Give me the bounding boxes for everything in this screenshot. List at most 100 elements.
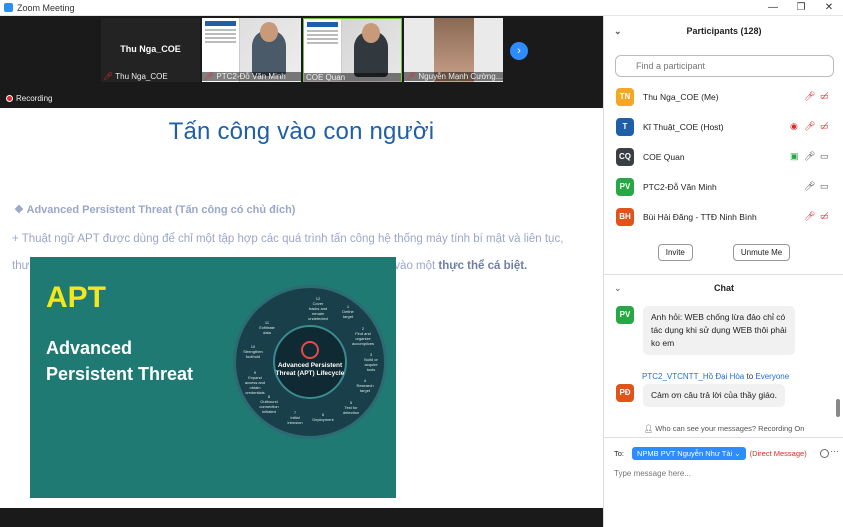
emoji-icon[interactable]	[820, 449, 829, 458]
recording-indicator: Recording	[6, 94, 52, 103]
avatar: PV	[616, 178, 634, 196]
mic-muted-icon: 🎤︎	[103, 72, 114, 81]
para2-bold: thực thể cá biệt.	[438, 260, 528, 272]
screen-share-icon: ▣	[790, 151, 799, 161]
tile-display-name: Thu Nga_COE	[120, 44, 181, 54]
chat-line: Cảm ơn câu trả lời của thầy giáo.	[651, 390, 777, 400]
chat-message-input[interactable]	[614, 469, 834, 478]
video-off-icon[interactable]: ▭̸	[820, 91, 829, 101]
shared-screen-slide: Tấn công vào con người ❖ Advanced Persis…	[0, 108, 603, 508]
tile-name-bar: 🎤︎ Nguyễn Mạnh Cường...	[404, 72, 503, 81]
video-tile-2[interactable]: 🎤︎ PTC2-Đỗ Văn Minh	[202, 18, 301, 82]
participant-actions: Invite Unmute Me	[604, 244, 843, 261]
tile-name: Thu Nga_COE	[115, 72, 168, 81]
chat-message: PĐ Cảm ơn câu trả lời của thầy giáo.	[616, 384, 785, 407]
apt-line-2: Persistent Threat	[46, 364, 194, 384]
participant-row[interactable]: PV PTC2-Đỗ Văn Minh 🎤︎ ▭	[604, 172, 843, 202]
tile-name: Nguyễn Mạnh Cường...	[418, 72, 503, 81]
video-icon[interactable]: ▭	[820, 181, 829, 191]
collapse-chevron-icon[interactable]: ⌄	[614, 278, 622, 298]
unmute-me-button[interactable]: Unmute Me	[732, 244, 791, 261]
tile-name: COE Quan	[306, 73, 346, 82]
wheel-center-label: Advanced Persistent Threat (APT) Lifecyc…	[275, 362, 345, 377]
recording-label: Recording	[16, 94, 53, 103]
participant-list: TN Thu Nga_COE (Me) 🎤︎ ▭̸ T Kĩ Thuật_COE…	[604, 82, 843, 232]
to-label: To:	[614, 449, 625, 458]
window-controls: — ❐ ✕	[759, 0, 843, 16]
divider	[604, 437, 843, 438]
slide-paragraph-1: + Thuật ngữ APT được dùng để chỉ một tập…	[12, 233, 564, 245]
apt-line-1: Advanced	[46, 338, 133, 358]
zoom-logo-icon	[4, 3, 13, 12]
avatar: BH	[616, 208, 634, 226]
tile-name: PTC2-Đỗ Văn Minh	[216, 72, 286, 81]
more-options-icon[interactable]: …	[830, 444, 839, 454]
avatar: CQ	[616, 148, 634, 166]
meeting-bottom-bar	[0, 508, 603, 527]
side-panel: ⌄ Participants (128) TN Thu Nga_COE (Me)…	[603, 16, 843, 527]
participant-search-input[interactable]	[615, 55, 834, 77]
wheel-label-10: 10 Strengthen foothold	[243, 344, 263, 359]
minimize-button[interactable]: —	[759, 0, 787, 16]
participant-row[interactable]: BH Bùi Hải Đăng - TTĐ Ninh Bình 🎤︎ ▭̸	[604, 202, 843, 232]
who-can-see-text: Who can see your messages? Recording On	[655, 424, 805, 433]
chat-header: ⌄ Chat	[604, 278, 843, 298]
wheel-label-2: 2 Find and organize accomplices	[352, 326, 375, 346]
invite-button[interactable]: Invite	[657, 244, 693, 261]
video-off-icon[interactable]: ▭̸	[820, 211, 829, 221]
wheel-label-6: 6 Deployment	[312, 412, 334, 422]
maximize-button[interactable]: ❐	[787, 0, 815, 16]
avatar: TN	[616, 88, 634, 106]
participant-row[interactable]: T Kĩ Thuật_COE (Host) ◉ 🎤︎ ▭̸	[604, 112, 843, 142]
mic-muted-icon[interactable]: 🎤︎	[804, 121, 815, 131]
video-icon[interactable]: ▭	[820, 151, 829, 161]
chat-recipient-bar: To: NPMB PVT Nguyễn Như Tài ⌄ (Direct Me…	[614, 444, 839, 460]
window-title: Zoom Meeting	[17, 2, 75, 13]
apt-heading: APT	[46, 281, 106, 314]
avatar: T	[616, 118, 634, 136]
who-can-see-link[interactable]: 👤︎ Who can see your messages? Recording …	[604, 424, 843, 433]
chat-scrollbar[interactable]	[836, 399, 840, 417]
mic-muted-icon[interactable]: 🎤︎	[804, 91, 815, 101]
wheel-label-11: 11 Exfiltrate data	[259, 320, 275, 335]
video-tile-3[interactable]: COE Quan	[303, 18, 402, 82]
title-bar: Zoom Meeting — ❐ ✕	[0, 0, 843, 16]
chat-line: tác dụng khi sử dụng WEB thôi phải	[651, 325, 787, 335]
wheel-center: Advanced Persistent Threat (APT) Lifecyc…	[273, 325, 347, 399]
participant-video	[354, 23, 388, 77]
chat-bubble: Cảm ơn câu trả lời của thầy giáo.	[643, 384, 785, 407]
video-strip: Thu Nga_COE 🎤︎ Thu Nga_COE 🎤︎ PTC2-Đỗ Vă…	[0, 16, 603, 108]
participant-video	[252, 22, 286, 76]
wheel-label-1: 1 Define target	[342, 304, 354, 319]
direct-message-label: (Direct Message)	[749, 449, 807, 458]
wheel-label-7: 7 Initial intrusion	[287, 410, 303, 425]
chat-sender: PTC2_VTCNTT_Hồ Đại Hòa to Everyone	[642, 372, 789, 381]
meeting-area: Thu Nga_COE 🎤︎ Thu Nga_COE 🎤︎ PTC2-Đỗ Vă…	[0, 16, 603, 527]
target-shield-icon	[301, 341, 319, 359]
chat-bubble: Anh hỏi: WEB chống lừa đảo chỉ có tác dụ…	[643, 306, 795, 355]
mic-muted-icon: 🎤︎	[406, 72, 417, 81]
avatar: PĐ	[616, 384, 634, 402]
recording-dot-icon	[6, 95, 13, 102]
video-off-icon[interactable]: ▭̸	[820, 121, 829, 131]
wheel-label-12: 12 Cover tracks and remain undetected	[308, 296, 328, 321]
apt-lifecycle-wheel: 12 Cover tracks and remain undetected 1 De…	[233, 285, 387, 439]
para2-start: thư	[12, 260, 30, 272]
apt-image: APT Advanced Persistent Threat 12 Cover t…	[30, 257, 396, 498]
next-page-arrow-icon[interactable]: ›	[510, 42, 528, 60]
participant-row[interactable]: CQ COE Quan ▣ 🎤︎ ▭	[604, 142, 843, 172]
user-icon: 👤︎	[643, 424, 654, 433]
recipient-select[interactable]: NPMB PVT Nguyễn Như Tài ⌄	[632, 447, 746, 460]
participant-row[interactable]: TN Thu Nga_COE (Me) 🎤︎ ▭̸	[604, 82, 843, 112]
mic-muted-icon[interactable]: 🎤︎	[804, 211, 815, 221]
video-tile-1[interactable]: Thu Nga_COE 🎤︎ Thu Nga_COE	[101, 18, 200, 82]
mic-icon[interactable]: 🎤︎	[804, 181, 815, 191]
sender-name[interactable]: PTC2_VTCNTT_Hồ Đại Hòa	[642, 372, 744, 381]
participants-title: Participants (128)	[686, 26, 762, 36]
mic-icon[interactable]: 🎤︎	[804, 151, 815, 161]
sender-to-word: to	[744, 372, 756, 381]
collapse-chevron-icon[interactable]: ⌄	[614, 26, 622, 37]
close-button[interactable]: ✕	[815, 0, 843, 16]
wheel-label-4: 4 Research target	[356, 378, 374, 393]
video-tile-4[interactable]: 🎤︎ Nguyễn Mạnh Cường...	[404, 18, 503, 82]
